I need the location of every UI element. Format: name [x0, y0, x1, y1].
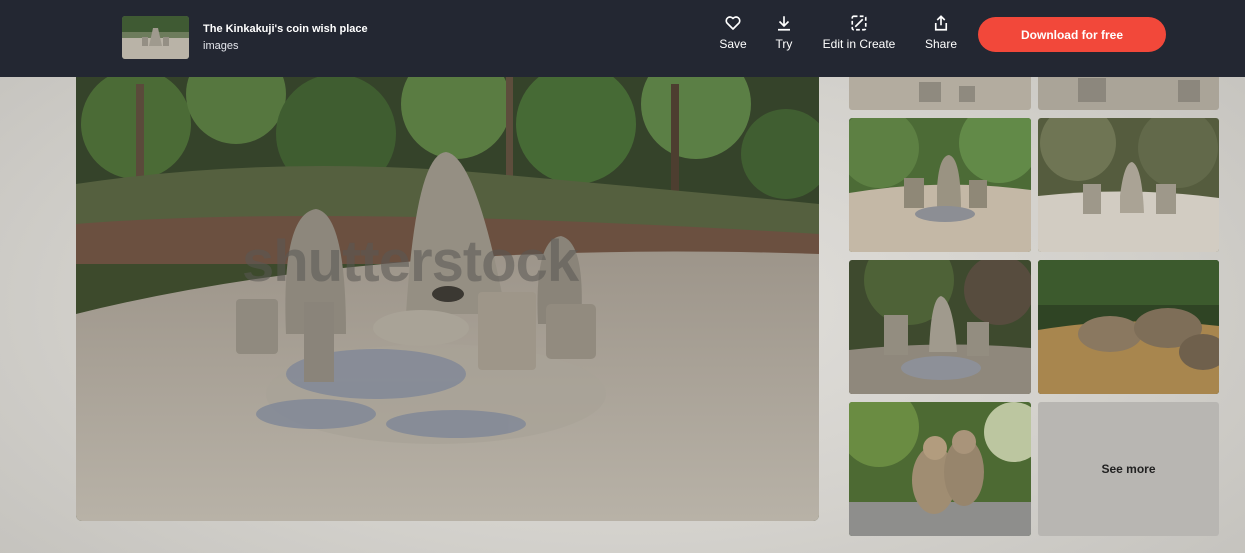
- related-image[interactable]: [849, 260, 1031, 394]
- main-image[interactable]: shutterstock T: [76, 64, 819, 521]
- heart-icon: [716, 14, 750, 34]
- try-button[interactable]: Try: [770, 14, 798, 56]
- edit-icon: [818, 14, 900, 34]
- related-image[interactable]: [849, 402, 1031, 536]
- save-button[interactable]: Save: [716, 14, 750, 56]
- see-more-label: See more: [1101, 462, 1156, 476]
- watermark: shutterstock: [242, 229, 579, 294]
- download-arrow-icon: [770, 14, 798, 34]
- image-thumbnail[interactable]: [122, 16, 189, 59]
- try-label: Try: [775, 37, 793, 51]
- related-image[interactable]: [1038, 118, 1219, 252]
- edit-in-create-button[interactable]: Edit in Create: [818, 14, 900, 56]
- image-title: The Kinkakuji's coin wish place: [203, 23, 368, 35]
- related-image[interactable]: [849, 118, 1031, 252]
- share-label: Share: [924, 37, 958, 51]
- download-button[interactable]: Download for free: [978, 17, 1166, 52]
- share-button[interactable]: Share: [923, 14, 959, 56]
- share-icon: [923, 14, 959, 34]
- edit-in-create-label: Edit in Create: [822, 37, 896, 51]
- see-more-button[interactable]: See more: [1038, 402, 1219, 536]
- image-category: images: [203, 40, 239, 52]
- related-image[interactable]: [1038, 260, 1219, 394]
- top-bar: The Kinkakuji's coin wish place images S…: [0, 0, 1245, 77]
- save-label: Save: [719, 37, 747, 51]
